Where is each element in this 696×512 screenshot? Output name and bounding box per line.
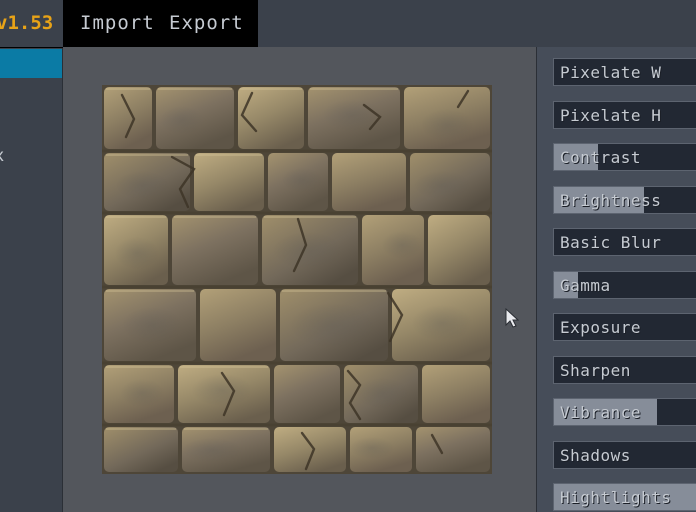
slider-label: Exposure [560, 318, 642, 337]
slider-hightlights[interactable]: Hightlights [553, 483, 696, 511]
slider-vibrance[interactable]: Vibrance [553, 398, 696, 426]
slider-label: Gamma [560, 276, 611, 295]
adjustments-panel: Pixelate W Pixelate H Contrast Brightnes… [536, 47, 696, 512]
slider-label: Hightlights [560, 488, 672, 507]
menu-export[interactable]: Export [169, 0, 244, 47]
slider-pixelate-h[interactable]: Pixelate H [553, 101, 696, 129]
sidebar-item-label-truncated: x [0, 146, 4, 166]
stone-brick-texture-preview[interactable] [102, 85, 492, 474]
slider-gamma[interactable]: Gamma [553, 271, 696, 299]
slider-contrast[interactable]: Contrast [553, 143, 696, 171]
slider-pixelate-w[interactable]: Pixelate W [553, 58, 696, 86]
left-sidebar: x [0, 47, 63, 512]
slider-label: Shadows [560, 446, 631, 465]
top-bar: v1.53 Import Export [0, 0, 696, 48]
menu-bar: Import Export [63, 0, 258, 47]
app-window: v1.53 Import Export x [0, 0, 696, 512]
slider-label: Sharpen [560, 361, 631, 380]
slider-label: Basic Blur [560, 233, 662, 252]
slider-label: Brightness [560, 191, 662, 210]
slider-label: Pixelate W [560, 63, 662, 82]
slider-label: Pixelate H [560, 106, 662, 125]
version-label: v1.53 [0, 12, 54, 34]
texture-image [102, 85, 492, 474]
slider-label: Vibrance [560, 403, 642, 422]
canvas-area[interactable] [63, 47, 536, 512]
slider-label: Contrast [560, 148, 642, 167]
menu-import[interactable]: Import [80, 0, 155, 47]
sidebar-item-selected[interactable] [0, 49, 63, 78]
slider-shadows[interactable]: Shadows [553, 441, 696, 469]
slider-brightness[interactable]: Brightness [553, 186, 696, 214]
slider-sharpen[interactable]: Sharpen [553, 356, 696, 384]
slider-exposure[interactable]: Exposure [553, 313, 696, 341]
slider-basic-blur[interactable]: Basic Blur [553, 228, 696, 256]
